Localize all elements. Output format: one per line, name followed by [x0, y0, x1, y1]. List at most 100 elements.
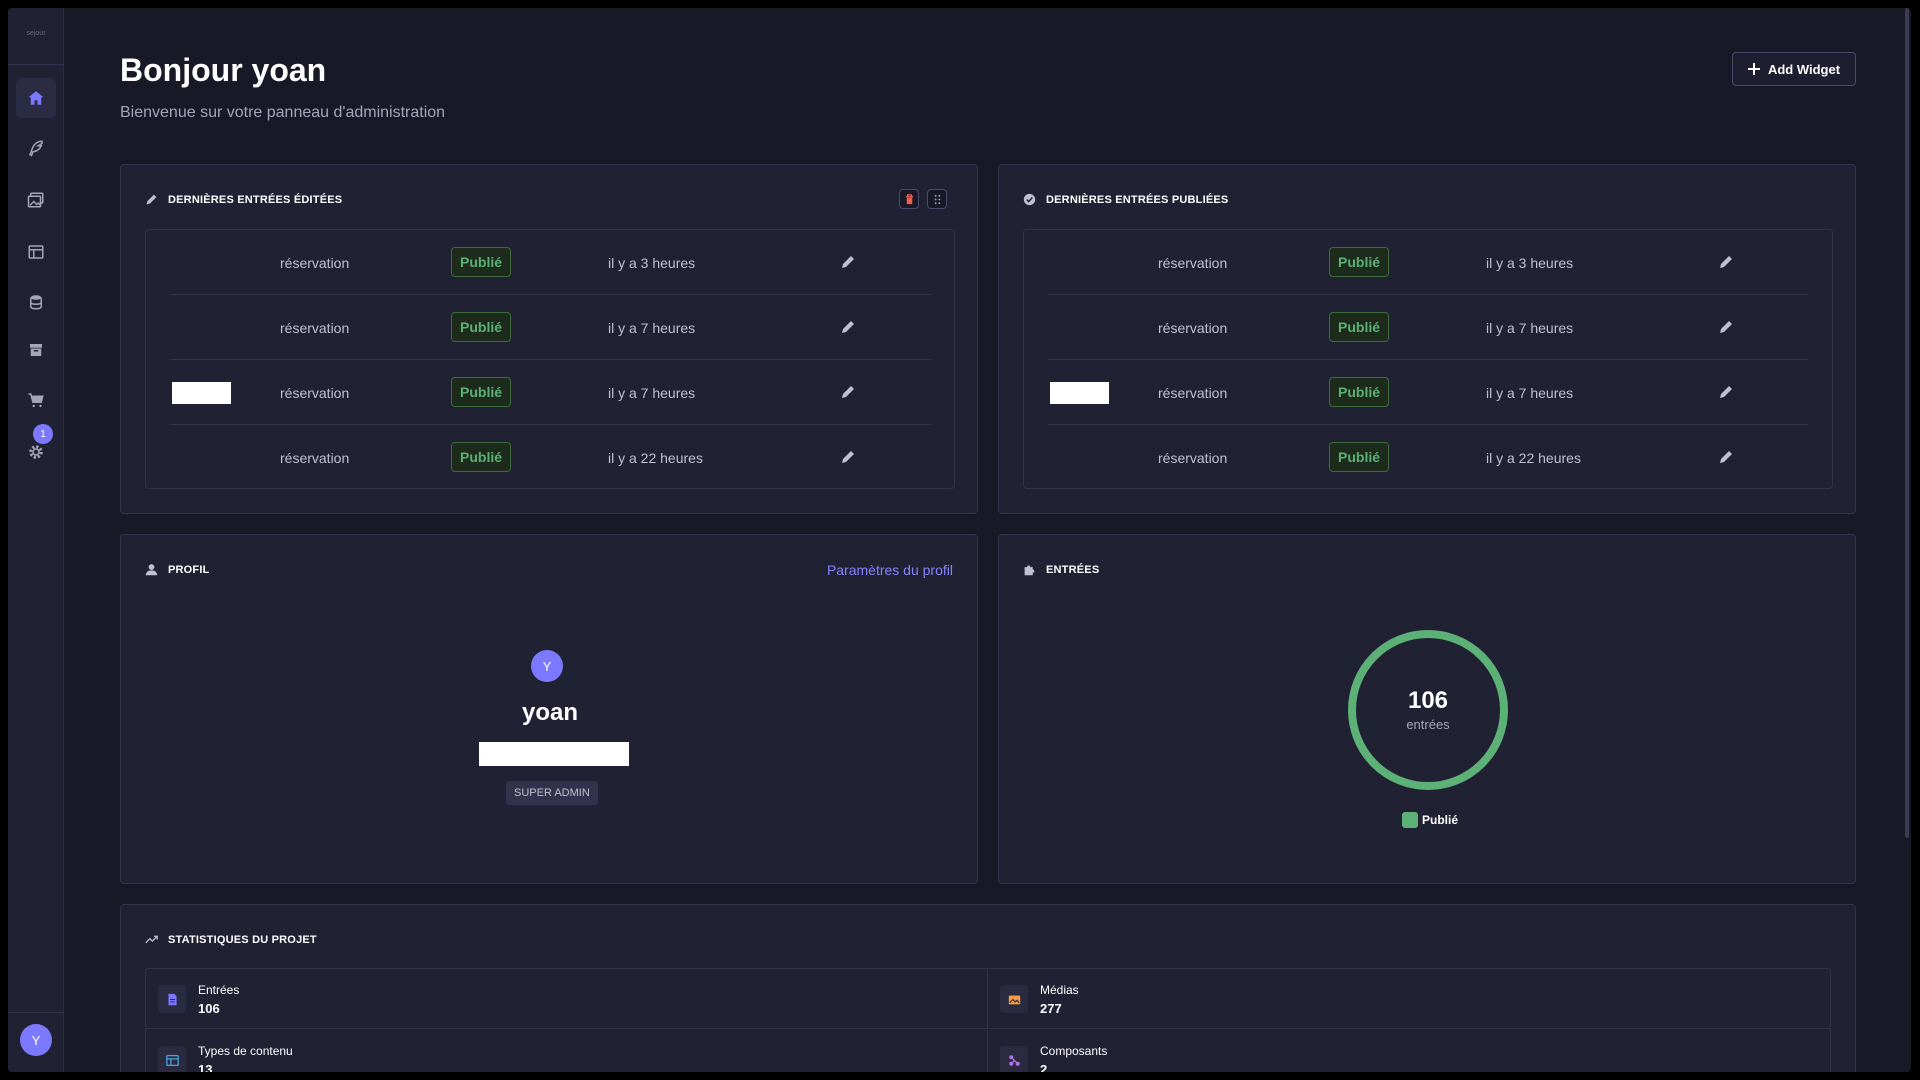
sidebar-item-content-manager[interactable]: [16, 128, 56, 168]
widget-header: ENTRÉES: [1023, 563, 1099, 576]
entry-name[interactable]: réservation: [1158, 450, 1227, 466]
database-icon: [30, 295, 42, 310]
stat-label: Entrées: [198, 983, 240, 997]
edit-icon[interactable]: [840, 319, 856, 335]
stat-label: Médias: [1040, 983, 1079, 997]
widget-tools: [899, 189, 947, 209]
widget-title: PROFIL: [168, 563, 210, 576]
status-badge: Publié: [451, 442, 512, 472]
entry-name[interactable]: réservation: [1158, 385, 1227, 401]
entry-time: il y a 7 heures: [1486, 385, 1574, 401]
stat-label: Types de contenu: [198, 1044, 293, 1058]
table-row[interactable]: réservation Publié il y a 3 heures: [170, 230, 930, 295]
edit-icon[interactable]: [1718, 319, 1734, 335]
delete-widget-button[interactable]: [899, 189, 919, 209]
profile-email-redacted: [479, 742, 629, 766]
layout-icon: [28, 245, 44, 259]
drag-handle[interactable]: [927, 189, 947, 209]
edit-icon[interactable]: [840, 384, 856, 400]
status-badge: Publié: [1329, 312, 1390, 342]
widget-header: STATISTIQUES DU PROJET: [145, 933, 317, 946]
drag-icon: [934, 194, 940, 204]
stat-icon-box: [158, 985, 186, 1013]
entry-name[interactable]: réservation: [1158, 255, 1227, 271]
sidebar-divider: [8, 64, 64, 65]
profile-avatar: Y: [531, 650, 563, 682]
entry-time: il y a 22 heures: [1486, 450, 1581, 466]
home-icon: [28, 91, 44, 105]
entry-name[interactable]: réservation: [1158, 320, 1227, 336]
add-widget-button[interactable]: Add Widget: [1732, 52, 1856, 86]
document-icon: [167, 993, 177, 1005]
entries-widget: ENTRÉES 106 entrées Publié: [998, 534, 1856, 884]
project-stats-widget: STATISTIQUES DU PROJET Entrées 106 Média…: [120, 904, 1856, 1072]
sidebar-item-releases[interactable]: [16, 330, 56, 370]
table-row[interactable]: réservation Publié il y a 7 heures: [1048, 360, 1808, 425]
user-avatar[interactable]: Y: [20, 1024, 52, 1056]
entry-time: il y a 3 heures: [608, 255, 696, 271]
entry-time: il y a 3 heures: [1486, 255, 1574, 271]
edit-icon[interactable]: [1718, 449, 1734, 465]
sidebar-item-content-type-builder[interactable]: [16, 232, 56, 272]
entry-time: il y a 7 heures: [608, 320, 696, 336]
widget-title: STATISTIQUES DU PROJET: [168, 933, 317, 946]
trending-up-icon: [145, 935, 158, 944]
entry-name[interactable]: réservation: [280, 385, 349, 401]
status-badge: Publié: [1329, 247, 1390, 277]
edit-icon[interactable]: [840, 254, 856, 270]
entries-total: 106: [1407, 687, 1449, 714]
sidebar-item-marketplace[interactable]: [16, 380, 56, 420]
stat-icon-box: [1000, 985, 1028, 1013]
sidebar: sejour 1 Y: [8, 8, 64, 1072]
image-icon: [1008, 994, 1020, 1004]
profile-widget: PROFIL Paramètres du profil Y yoan SUPER…: [120, 534, 978, 884]
stat-value: 277: [1040, 1001, 1062, 1016]
table-row[interactable]: réservation Publié il y a 3 heures: [1048, 230, 1808, 295]
entries-list: réservation Publié il y a 3 heures réser…: [1023, 229, 1833, 489]
status-badge: Publié: [451, 312, 512, 342]
sidebar-item-database[interactable]: [16, 282, 56, 322]
pencil-icon: [146, 194, 157, 205]
entry-name[interactable]: réservation: [280, 450, 349, 466]
profile-settings-link[interactable]: Paramètres du profil: [827, 562, 953, 578]
status-badge: Publié: [451, 377, 512, 407]
entry-time: il y a 7 heures: [1486, 320, 1574, 336]
widget-title: DERNIÈRES ENTRÉES PUBLIÉES: [1046, 193, 1229, 206]
puzzle-icon: [1024, 565, 1035, 576]
stat-icon-box: [1000, 1046, 1028, 1072]
gear-icon: [29, 445, 43, 459]
stat-components: Composants 2: [988, 1030, 1830, 1072]
stat-medias: Médias 277: [988, 969, 1830, 1029]
widget-header: DERNIÈRES ENTRÉES PUBLIÉES: [1023, 193, 1228, 206]
role-badge: SUPER ADMIN: [506, 781, 598, 805]
entry-name[interactable]: réservation: [280, 320, 349, 336]
status-badge: Publié: [1329, 442, 1390, 472]
widget-header: PROFIL: [145, 563, 210, 576]
app-frame: sejour 1 Y Bonjour yoan Bienvenue sur vo…: [8, 8, 1911, 1072]
table-row[interactable]: réservation Publié il y a 7 heures: [170, 295, 930, 360]
edit-icon[interactable]: [1718, 384, 1734, 400]
widget-title: ENTRÉES: [1046, 563, 1100, 576]
entries-unit: entrées: [1406, 717, 1450, 732]
table-row[interactable]: réservation Publié il y a 22 heures: [1048, 425, 1808, 490]
last-published-widget: DERNIÈRES ENTRÉES PUBLIÉES réservation P…: [998, 164, 1856, 514]
table-row[interactable]: réservation Publié il y a 7 heures: [170, 360, 930, 425]
edit-icon[interactable]: [840, 449, 856, 465]
stat-value: 13: [198, 1062, 213, 1072]
table-row[interactable]: réservation Publié il y a 22 heures: [170, 425, 930, 490]
stat-value: 2: [1040, 1062, 1048, 1072]
table-row[interactable]: réservation Publié il y a 7 heures: [1048, 295, 1808, 360]
edit-icon[interactable]: [1718, 254, 1734, 270]
user-icon: [145, 564, 158, 576]
sidebar-item-home[interactable]: [16, 78, 56, 118]
sidebar-item-media-library[interactable]: [16, 180, 56, 220]
app-logo[interactable]: sejour: [16, 30, 56, 37]
trash-icon: [905, 193, 913, 204]
widget-title: DERNIÈRES ENTRÉES ÉDITÉES: [168, 193, 343, 206]
stat-content-types: Types de contenu 13: [146, 1030, 988, 1072]
page-scrollbar[interactable]: [1905, 8, 1909, 838]
entry-name[interactable]: réservation: [280, 255, 349, 271]
stat-value: 106: [198, 1001, 220, 1016]
profile-username: yoan: [521, 699, 578, 726]
legend-label: Publié: [1422, 813, 1459, 827]
